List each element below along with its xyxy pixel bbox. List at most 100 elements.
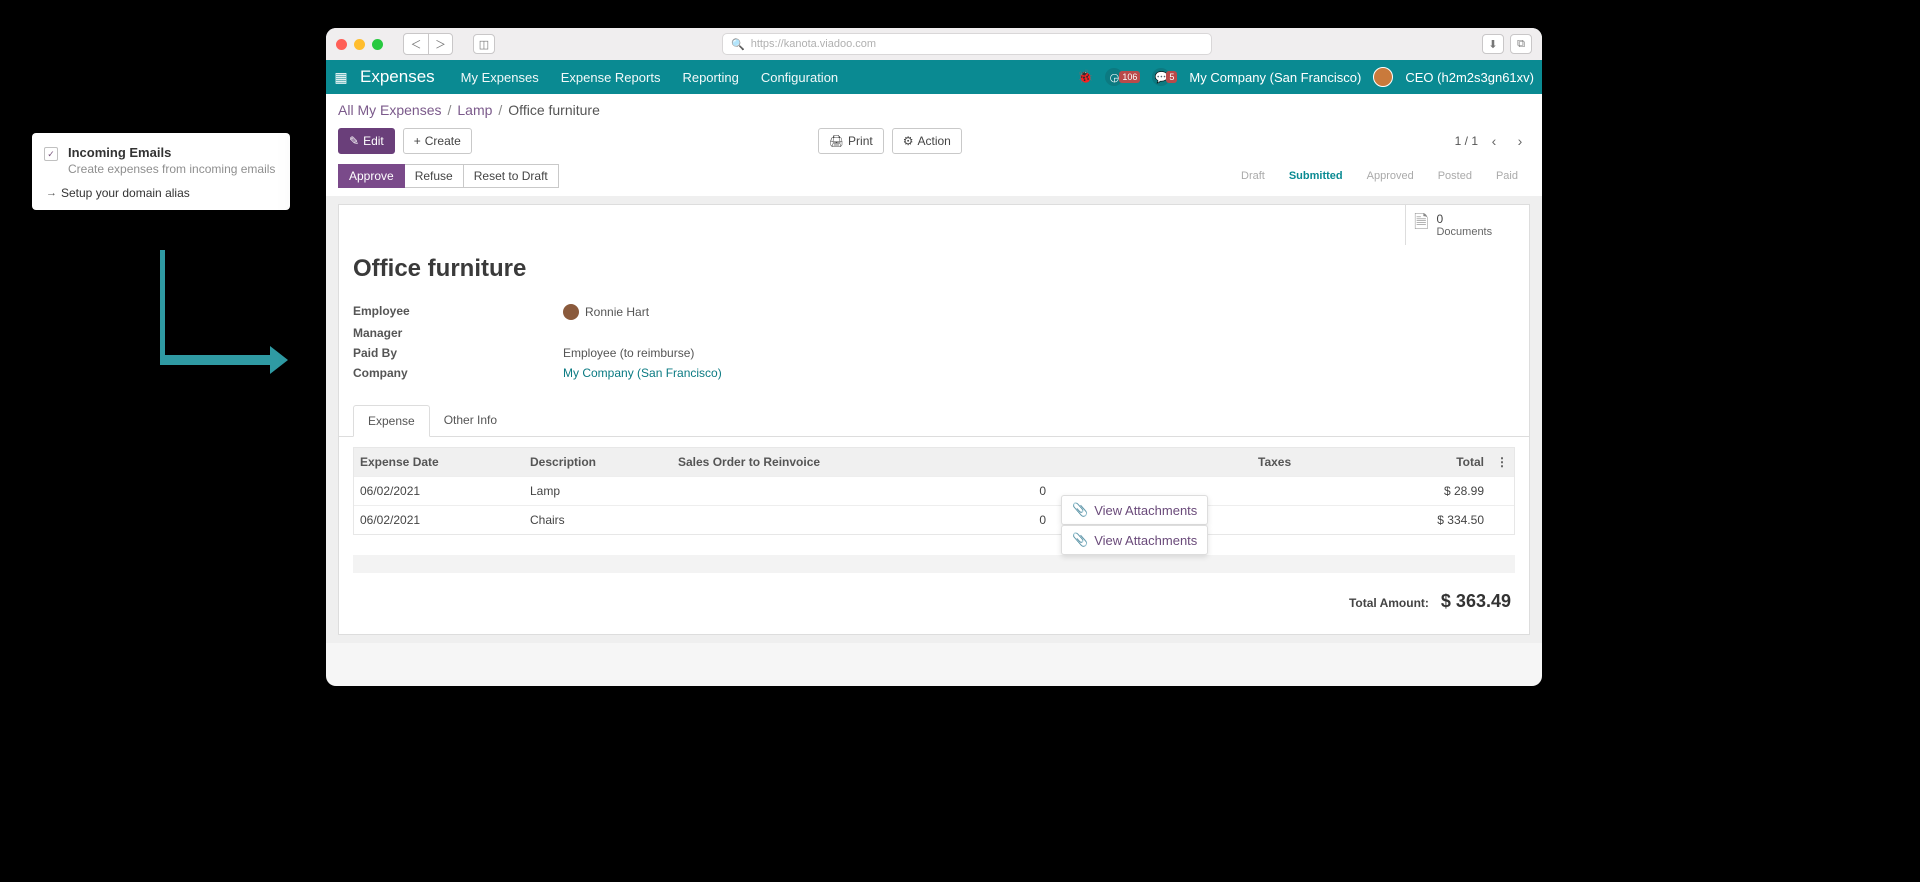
status-bar: Draft Submitted Approved Posted Paid xyxy=(1229,166,1530,186)
pager-prev[interactable]: ‹ xyxy=(1484,133,1504,149)
documents-count: 0 xyxy=(1436,212,1492,226)
total-line: Total Amount: $ 363.49 xyxy=(339,573,1529,634)
messages-indicator[interactable]: 💬 5 xyxy=(1152,68,1177,86)
nav-my-expenses[interactable]: My Expenses xyxy=(461,70,539,85)
action-bar: ✎ Edit + Create 🖨 Print ⚙ Action 1 / 1 ‹… xyxy=(326,122,1542,164)
nav-configuration[interactable]: Configuration xyxy=(761,70,838,85)
activity-indicator[interactable]: ◶ 106 xyxy=(1105,68,1140,86)
sidebar-toggle[interactable]: ◫ xyxy=(473,34,495,54)
checkbox[interactable]: ✓ xyxy=(44,147,58,161)
nav-reporting[interactable]: Reporting xyxy=(682,70,738,85)
breadcrumb: All My Expenses / Lamp / Office furnitur… xyxy=(326,94,1542,122)
th-date: Expense Date xyxy=(354,448,524,476)
cell-menu xyxy=(1490,477,1514,505)
pager-next[interactable]: › xyxy=(1510,133,1530,149)
expense-table: Expense Date Description Sales Order to … xyxy=(353,447,1515,535)
view-attachments-button[interactable]: 📎 View Attachments xyxy=(1061,495,1208,525)
nav-expense-reports[interactable]: Expense Reports xyxy=(561,70,661,85)
action-button[interactable]: ⚙ Action xyxy=(892,128,962,154)
cell-sales xyxy=(672,506,942,534)
status-approved[interactable]: Approved xyxy=(1355,166,1426,186)
edit-label: Edit xyxy=(363,134,384,148)
bug-icon[interactable]: 🐞 xyxy=(1077,69,1093,85)
back-button[interactable]: ＜ xyxy=(404,34,428,54)
employee-name: Ronnie Hart xyxy=(585,305,649,319)
total-label: Total Amount: xyxy=(1349,596,1429,610)
breadcrumb-mid[interactable]: Lamp xyxy=(457,102,492,118)
print-icon: 🖨 xyxy=(829,134,844,148)
create-button[interactable]: + Create xyxy=(403,128,472,154)
th-total: Total xyxy=(1320,448,1490,476)
cell-sales xyxy=(672,477,942,505)
cell-desc: Lamp xyxy=(524,477,672,505)
activity-count: 106 xyxy=(1119,71,1140,83)
close-window-button[interactable] xyxy=(336,39,347,50)
table-header: Expense Date Description Sales Order to … xyxy=(354,448,1514,476)
employee-value[interactable]: Ronnie Hart xyxy=(563,304,649,320)
breadcrumb-sep: / xyxy=(498,102,502,118)
table-row: 06/02/2021 Chairs 0 $ 334.50 xyxy=(354,505,1514,534)
maximize-window-button[interactable] xyxy=(372,39,383,50)
download-button[interactable]: ⬇ xyxy=(1482,34,1504,54)
address-bar[interactable]: 🔍 https://kanota.viadoo.com xyxy=(722,33,1212,55)
status-submitted[interactable]: Submitted xyxy=(1277,166,1355,186)
company-label: Company xyxy=(353,366,563,380)
th-sales-order: Sales Order to Reinvoice xyxy=(672,448,942,476)
cell-total: $ 28.99 xyxy=(1320,477,1490,505)
table-row: 06/02/2021 Lamp 0 $ 28.99 xyxy=(354,476,1514,505)
status-draft[interactable]: Draft xyxy=(1229,166,1277,186)
manager-label: Manager xyxy=(353,326,563,340)
th-taxes: Taxes xyxy=(1252,448,1320,476)
nav-back-forward: ＜ ＞ xyxy=(403,33,453,55)
documents-button[interactable]: 🗎 0 Documents xyxy=(1405,205,1529,245)
status-posted[interactable]: Posted xyxy=(1426,166,1484,186)
callout-link-label: Setup your domain alias xyxy=(61,186,190,200)
apps-menu-icon[interactable]: ▦ xyxy=(326,69,356,86)
create-label: Create xyxy=(425,134,461,148)
search-icon: 🔍 xyxy=(731,38,745,51)
employee-avatar xyxy=(563,304,579,320)
arrow-right-icon: → xyxy=(46,187,57,199)
refuse-button[interactable]: Refuse xyxy=(405,164,464,188)
breadcrumb-sep: / xyxy=(447,102,451,118)
cell-misc: 0 xyxy=(942,477,1052,505)
form-sheet: 🗎 0 Documents Office furniture Employee … xyxy=(338,204,1530,635)
status-paid[interactable]: Paid xyxy=(1484,166,1530,186)
company-value[interactable]: My Company (San Francisco) xyxy=(563,366,722,380)
paidby-value: Employee (to reimburse) xyxy=(563,346,694,360)
th-blank xyxy=(942,448,1052,476)
edit-button[interactable]: ✎ Edit xyxy=(338,128,395,154)
titlebar: ＜ ＞ ◫ 🔍 https://kanota.viadoo.com ⬇ ⧉ xyxy=(326,28,1542,60)
tab-other-info[interactable]: Other Info xyxy=(430,405,511,436)
url-text: https://kanota.viadoo.com xyxy=(751,38,876,50)
reset-to-draft-button[interactable]: Reset to Draft xyxy=(464,164,559,188)
total-value: $ 363.49 xyxy=(1441,591,1511,612)
paperclip-icon: 📎 xyxy=(1072,532,1088,548)
documents-label: Documents xyxy=(1436,226,1492,238)
user-avatar[interactable] xyxy=(1373,67,1393,87)
view-attachments-button[interactable]: 📎 View Attachments xyxy=(1061,525,1208,555)
company-switcher[interactable]: My Company (San Francisco) xyxy=(1189,70,1361,85)
page-title: Office furniture xyxy=(339,205,1529,289)
user-name[interactable]: CEO (h2m2s3gn61xv) xyxy=(1405,70,1534,85)
tab-expense[interactable]: Expense xyxy=(353,405,430,437)
th-attachments xyxy=(1052,448,1252,476)
incoming-emails-callout: ✓ Incoming Emails Create expenses from i… xyxy=(32,133,290,210)
minimize-window-button[interactable] xyxy=(354,39,365,50)
approve-button[interactable]: Approve xyxy=(338,164,405,188)
tabs-button[interactable]: ⧉ xyxy=(1510,34,1532,54)
attach-label: View Attachments xyxy=(1094,533,1197,548)
status-row: Approve Refuse Reset to Draft Draft Subm… xyxy=(326,164,1542,196)
document-icon: 🗎 xyxy=(1414,210,1428,240)
th-description: Description xyxy=(524,448,672,476)
forward-button[interactable]: ＞ xyxy=(428,34,452,54)
breadcrumb-current: Office furniture xyxy=(508,102,600,118)
messages-count: 5 xyxy=(1166,71,1177,83)
th-menu-icon[interactable]: ⋮ xyxy=(1490,448,1514,476)
cell-date: 06/02/2021 xyxy=(354,477,524,505)
cell-menu xyxy=(1490,506,1514,534)
print-button[interactable]: 🖨 Print xyxy=(818,128,884,154)
app-brand[interactable]: Expenses xyxy=(360,67,435,87)
setup-domain-link[interactable]: → Setup your domain alias xyxy=(44,186,278,200)
breadcrumb-root[interactable]: All My Expenses xyxy=(338,102,441,118)
